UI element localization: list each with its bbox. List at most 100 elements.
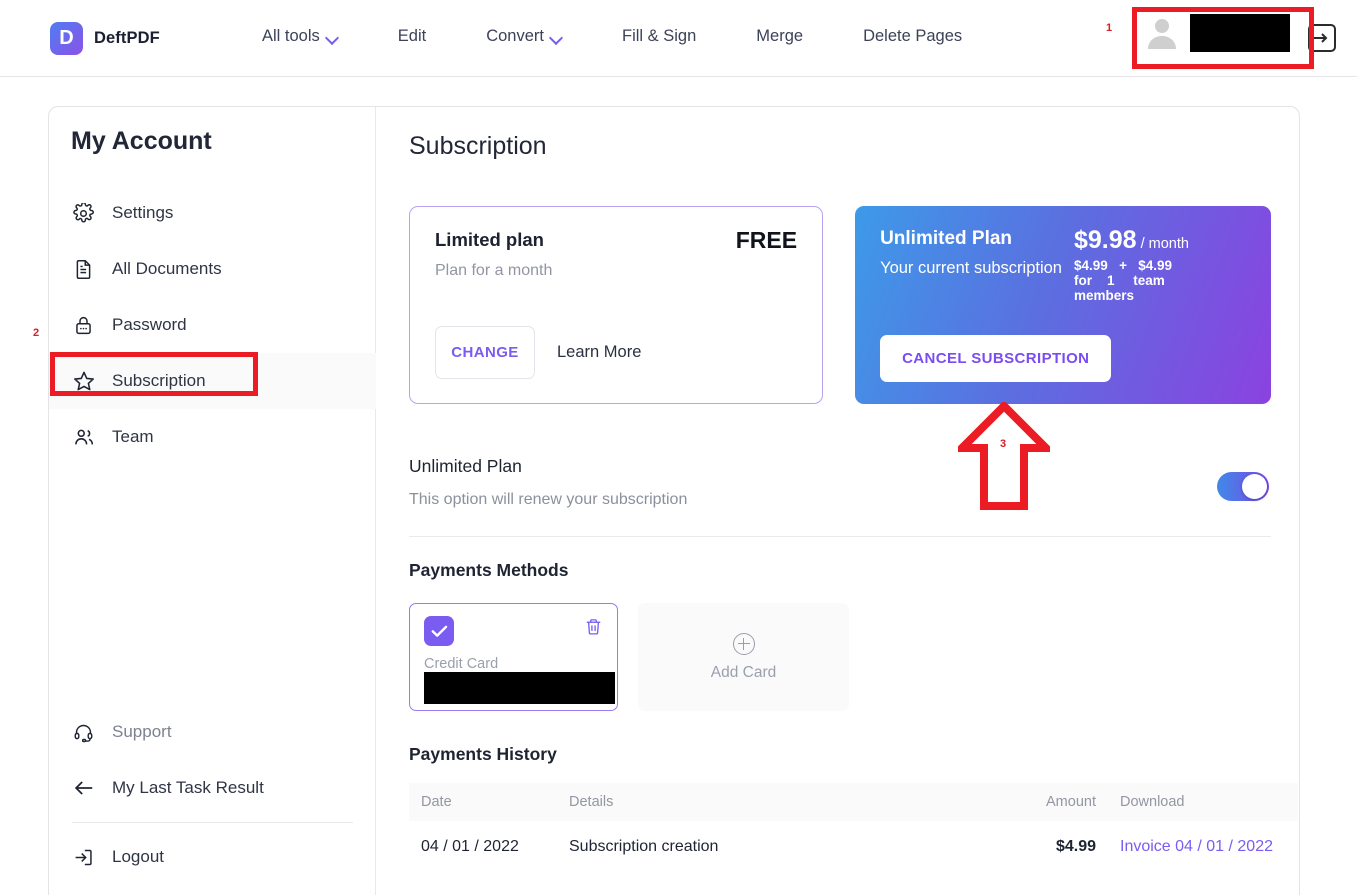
cell-invoice-link[interactable]: Invoice 04 / 01 / 2022 bbox=[1108, 821, 1298, 873]
table-row: 04 / 01 / 2022 Subscription creation $4.… bbox=[409, 821, 1298, 873]
sidebar-nav: Settings All Documents Password Subscrip… bbox=[49, 185, 376, 465]
breakdown-team-price: $4.99 bbox=[1138, 258, 1173, 273]
chevron-down-icon bbox=[551, 33, 562, 40]
logout-icon bbox=[72, 846, 95, 869]
breakdown-base-price: $4.99 bbox=[1074, 258, 1108, 273]
payments-methods-list: Credit Card Add Card bbox=[409, 603, 1271, 711]
credit-card-label: Credit Card bbox=[424, 656, 499, 672]
renewal-section: Unlimited Plan This option will renew yo… bbox=[409, 456, 1271, 537]
annotation-marker-1: 1 bbox=[1106, 22, 1113, 34]
people-icon bbox=[72, 426, 95, 449]
learn-more-link[interactable]: Learn More bbox=[557, 343, 641, 362]
payments-history-title: Payments History bbox=[409, 744, 557, 764]
cell-amount: $4.99 bbox=[1055, 838, 1096, 855]
sidebar-title: My Account bbox=[71, 127, 212, 155]
sidebar-item-password[interactable]: Password bbox=[49, 297, 376, 353]
renewal-toggle[interactable] bbox=[1217, 472, 1269, 501]
gear-icon bbox=[72, 202, 95, 225]
renewal-description: This option will renew your subscription bbox=[409, 491, 688, 508]
sidebar-item-logout[interactable]: Logout bbox=[49, 829, 376, 885]
sidebar-item-label: My Last Task Result bbox=[112, 778, 264, 797]
unlimited-plan-card: Unlimited Plan Your current subscription… bbox=[855, 206, 1271, 404]
breakdown-for: for bbox=[1074, 273, 1092, 289]
nav-item-delete-pages[interactable]: Delete Pages bbox=[863, 27, 982, 46]
unlimited-plan-period: / month bbox=[1140, 236, 1189, 252]
breakdown-team: team bbox=[1133, 273, 1165, 289]
page-title: Subscription bbox=[409, 132, 547, 160]
credit-card-number-redacted bbox=[424, 672, 615, 704]
nav-item-convert[interactable]: Convert bbox=[486, 27, 582, 46]
nav-label: All tools bbox=[262, 27, 320, 45]
nav-label: Fill & Sign bbox=[622, 27, 697, 45]
sidebar-item-subscription[interactable]: Subscription bbox=[49, 353, 376, 409]
limited-plan-card: Limited plan Plan for a month FREE CHANG… bbox=[409, 206, 824, 404]
sidebar-item-team[interactable]: Team bbox=[49, 409, 376, 465]
sidebar-item-label: All Documents bbox=[112, 259, 222, 278]
logout-arrow-icon[interactable] bbox=[1308, 24, 1336, 52]
brand-name: DeftPDF bbox=[94, 29, 160, 47]
account-sidebar: My Account Settings All Documents Passwo… bbox=[49, 107, 376, 895]
annotation-marker-3: 3 bbox=[1000, 438, 1007, 450]
table-header-row: Date Details Amount Download bbox=[409, 783, 1298, 821]
cancel-subscription-button[interactable]: CANCEL SUBSCRIPTION bbox=[880, 335, 1112, 382]
credit-card-item[interactable]: Credit Card bbox=[409, 603, 618, 711]
cell-date: 04 / 01 / 2022 bbox=[421, 838, 519, 855]
cell-details: Subscription creation bbox=[569, 838, 719, 855]
sidebar-item-label: Password bbox=[112, 315, 187, 334]
limited-plan-actions: CHANGE Learn More bbox=[435, 326, 641, 379]
nav-label: Convert bbox=[486, 27, 544, 45]
document-icon bbox=[72, 258, 95, 281]
sidebar-item-label: Subscription bbox=[112, 371, 206, 390]
sidebar-item-all-documents[interactable]: All Documents bbox=[49, 241, 376, 297]
change-plan-button[interactable]: CHANGE bbox=[435, 326, 535, 379]
plus-circle-icon bbox=[732, 632, 755, 655]
nav-item-edit[interactable]: Edit bbox=[398, 27, 446, 46]
toggle-knob bbox=[1242, 474, 1267, 499]
page-root: D DeftPDF All tools Edit Convert Fill & … bbox=[0, 0, 1357, 895]
sidebar-item-label: Support bbox=[112, 722, 172, 741]
nav-item-fill-and-sign[interactable]: Fill & Sign bbox=[622, 27, 716, 46]
breakdown-plus: + bbox=[1119, 258, 1127, 273]
headset-icon bbox=[72, 721, 95, 744]
nav-label: Merge bbox=[756, 27, 804, 45]
user-avatar-icon bbox=[1148, 19, 1176, 49]
nav-label: Edit bbox=[397, 27, 427, 45]
nav-label: Delete Pages bbox=[863, 27, 963, 45]
chevron-down-icon bbox=[327, 33, 338, 40]
trash-icon[interactable] bbox=[584, 617, 603, 642]
sidebar-item-label: Settings bbox=[112, 203, 174, 222]
nav-item-all-tools[interactable]: All tools bbox=[262, 27, 358, 46]
lock-icon bbox=[72, 314, 95, 337]
sidebar-item-label: Logout bbox=[112, 847, 164, 866]
user-menu[interactable] bbox=[1144, 14, 1290, 52]
brand-logo[interactable]: D DeftPDF bbox=[50, 22, 160, 55]
subscription-content: Subscription Limited plan Plan for a mon… bbox=[376, 107, 1299, 895]
deftpdf-logo-icon: D bbox=[50, 22, 83, 55]
star-icon bbox=[72, 370, 95, 393]
username-redacted bbox=[1190, 14, 1290, 52]
payments-history-table: Date Details Amount Download 04 / 01 / 2… bbox=[409, 783, 1298, 873]
check-icon[interactable] bbox=[424, 616, 454, 646]
sidebar-divider bbox=[72, 822, 353, 823]
sidebar-item-last-task-result[interactable]: My Last Task Result bbox=[49, 760, 376, 816]
unlimited-plan-price: $9.98 bbox=[1074, 226, 1137, 254]
plan-cards: Limited plan Plan for a month FREE CHANG… bbox=[409, 206, 1271, 404]
limited-plan-subtitle: Plan for a month bbox=[435, 262, 553, 279]
unlimited-plan-price-breakdown: $4.99 + $4.99 for 1 team members bbox=[1074, 258, 1249, 303]
nav-item-merge[interactable]: Merge bbox=[756, 27, 823, 46]
renewal-title: Unlimited Plan bbox=[409, 456, 522, 476]
sidebar-footer-nav: Support My Last Task Result Logout bbox=[49, 704, 376, 885]
column-header-download: Download bbox=[1108, 783, 1298, 821]
limited-plan-price: FREE bbox=[735, 227, 798, 253]
column-header-amount: Amount bbox=[1012, 783, 1108, 821]
add-card-button[interactable]: Add Card bbox=[638, 603, 849, 711]
column-header-details: Details bbox=[557, 783, 1012, 821]
annotation-marker-2: 2 bbox=[33, 327, 40, 339]
column-header-date: Date bbox=[409, 783, 557, 821]
sidebar-item-settings[interactable]: Settings bbox=[49, 185, 376, 241]
main-navigation: All tools Edit Convert Fill & Sign Merge… bbox=[262, 27, 982, 46]
app-header: D DeftPDF All tools Edit Convert Fill & … bbox=[0, 0, 1357, 77]
sidebar-item-label: Team bbox=[112, 427, 154, 446]
sidebar-item-support[interactable]: Support bbox=[49, 704, 376, 760]
add-card-label: Add Card bbox=[710, 663, 777, 681]
